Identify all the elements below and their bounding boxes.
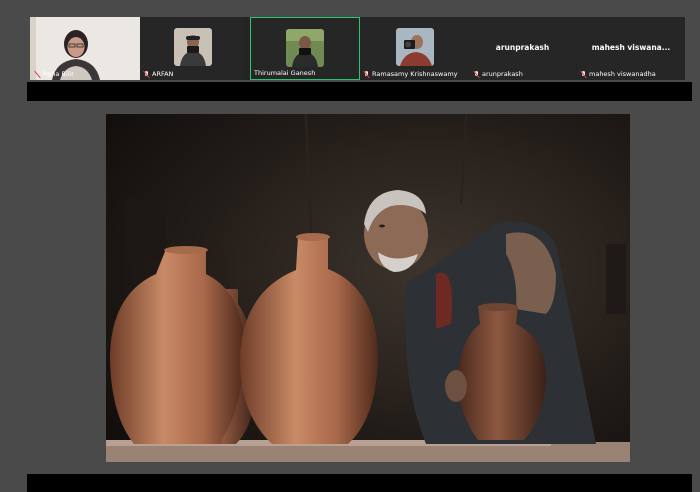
shared-photo-potter [106,114,630,462]
participant-name-bar: Thirumalai Ganesh [254,69,315,77]
mic-muted-icon [363,70,369,78]
mic-muted-icon [580,70,586,78]
participant-name: mahesh viswanadha [589,70,656,78]
participant-avatar [396,28,434,66]
participant-name-bar: Ramasamy Krishnaswamy [363,70,458,78]
participant-name: Reha Bilir [43,70,74,78]
mic-muted-icon [143,70,149,78]
participant-avatar [286,29,324,67]
participant-avatar [173,28,212,66]
participant-name: arunprakash [482,70,523,78]
mic-muted-icon [34,70,40,78]
participant-name-bar: arunprakash [473,70,523,78]
participant-name-bar: mahesh viswanadha [580,70,656,78]
participant-name: ARFAN [152,70,174,78]
participant-tile-mahesh-viswanadha[interactable]: mahesh viswana... mahesh viswanadha [577,17,685,80]
participant-tile-thirumalai-ganesh[interactable]: Thirumalai Ganesh [250,17,360,80]
participant-tile-ramasamy-krishnaswamy[interactable]: Ramasamy Krishnaswamy [360,17,470,80]
participant-strip: Reha Bilir ARFAN Thirumalai Ganesh Ramas… [30,17,685,80]
share-bottom-bar [27,474,692,492]
participant-tile-reha-bilir[interactable]: Reha Bilir [30,17,140,80]
participant-tile-arfan[interactable]: ARFAN [140,17,245,80]
mic-muted-icon [473,70,479,78]
participant-display-name: arunprakash [495,43,550,52]
participant-name-bar: Reha Bilir [34,70,74,78]
participant-name-bar: ARFAN [143,70,173,78]
participant-name: Thirumalai Ganesh [254,69,316,77]
participant-name: Ramasamy Krishnaswamy [372,70,458,78]
participant-display-name: mahesh viswana... [591,43,671,52]
share-top-bar [27,82,692,101]
participant-tile-arunprakash[interactable]: arunprakash arunprakash [470,17,575,80]
